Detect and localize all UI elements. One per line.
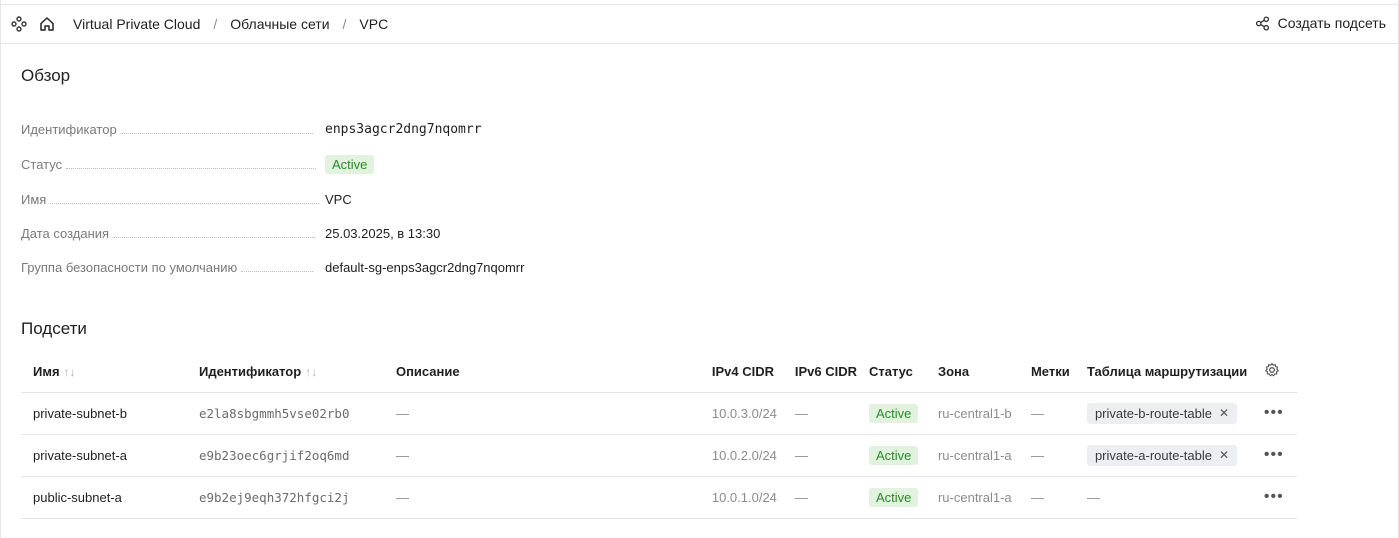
breadcrumb: Virtual Private Cloud / Облачные сети / … <box>73 16 388 32</box>
cell-zone: ru-central1-a <box>925 476 1019 519</box>
cell-actions: ••• <box>1251 392 1297 435</box>
dotted-leader <box>50 202 320 204</box>
column-header-identifier[interactable]: Идентификатор ↑↓ <box>186 352 384 393</box>
home-icon[interactable] <box>38 15 56 33</box>
route-table-tag[interactable]: private-b-route-table ✕ <box>1086 402 1238 424</box>
cell-actions: ••• <box>1251 434 1297 477</box>
cell-ipv4: 10.0.3.0/24 <box>699 392 783 435</box>
create-subnet-button[interactable]: Создать подсеть <box>1255 15 1386 31</box>
cell-route-table: private-b-route-table ✕ <box>1074 392 1252 435</box>
cell-ipv6: — <box>782 392 857 435</box>
column-settings <box>1251 352 1297 393</box>
dotted-leader <box>113 236 316 238</box>
breadcrumb-separator: / <box>213 16 218 32</box>
cell-description: — <box>383 434 700 477</box>
cell-status: Active <box>856 476 926 519</box>
field-status: Статус Active <box>21 154 621 174</box>
cell-status: Active <box>856 392 926 435</box>
field-name: Имя VPC <box>21 189 621 209</box>
status-badge: Active <box>868 445 919 465</box>
breadcrumb-separator: / <box>342 16 347 32</box>
cell-route-table: private-a-route-table ✕ <box>1074 434 1252 477</box>
close-icon[interactable]: ✕ <box>1219 406 1229 420</box>
column-header-labels: Метки <box>1018 352 1075 393</box>
dotted-leader <box>120 132 313 134</box>
subnet-icon <box>1255 15 1270 31</box>
cell-ipv4: 10.0.1.0/24 <box>699 476 783 519</box>
column-header-description: Описание <box>383 352 700 393</box>
field-value-created: 25.03.2025, в 13:30 <box>325 225 441 241</box>
status-badge: Active <box>325 154 375 174</box>
route-table-tag[interactable]: private-a-route-table ✕ <box>1086 444 1238 466</box>
cell-name[interactable]: private-subnet-b <box>21 392 187 435</box>
more-actions-icon[interactable]: ••• <box>1264 446 1284 463</box>
field-value-identifier: enps3agcr2dng7nqomrr <box>325 121 482 137</box>
sort-icon[interactable]: ↑↓ <box>305 365 317 379</box>
cell-identifier: e9b23oec6grjif2oq6md <box>186 434 384 477</box>
cell-zone: ru-central1-a <box>925 434 1019 477</box>
cell-labels: — <box>1018 392 1075 435</box>
column-header-zone: Зона <box>925 352 1019 393</box>
subnets-table: Имя ↑↓ Идентификатор ↑↓ Описание IPv4 CIDR… <box>21 352 1297 519</box>
cell-identifier: e2la8sbgmmh5vse02rb0 <box>186 392 384 435</box>
security-group-link[interactable]: default-sg-enps3agcr2dng7nqomrr <box>325 260 524 275</box>
breadcrumb-cloud-networks[interactable]: Облачные сети <box>230 16 329 32</box>
cell-zone: ru-central1-b <box>925 392 1019 435</box>
field-key: Группа безопасности по умолчанию <box>21 259 238 275</box>
more-actions-icon[interactable]: ••• <box>1264 488 1284 505</box>
field-identifier: Идентификатор enps3agcr2dng7nqomrr <box>21 119 621 139</box>
create-subnet-label: Создать подсеть <box>1277 15 1386 31</box>
status-badge: Active <box>868 403 919 423</box>
more-actions-icon[interactable]: ••• <box>1264 404 1284 421</box>
cell-name[interactable]: private-subnet-a <box>21 434 187 477</box>
sort-icon[interactable]: ↑↓ <box>64 365 76 379</box>
cell-route-table: — <box>1074 476 1252 519</box>
column-header-ipv4: IPv4 CIDR <box>699 352 783 393</box>
breadcrumb-vpc-service[interactable]: Virtual Private Cloud <box>73 16 200 32</box>
status-badge: Active <box>868 487 919 507</box>
table-header-row: Имя ↑↓ Идентификатор ↑↓ Описание IPv4 CIDR… <box>21 352 1297 393</box>
cell-actions: ••• <box>1251 476 1297 519</box>
cell-labels: — <box>1018 434 1075 477</box>
cell-name[interactable]: public-subnet-a <box>21 476 187 519</box>
cell-ipv6: — <box>782 434 857 477</box>
dotted-leader <box>241 270 314 272</box>
cell-status: Active <box>856 434 926 477</box>
dotted-leader <box>66 167 317 169</box>
table-row[interactable]: private-subnet-b e2la8sbgmmh5vse02rb0 — … <box>21 392 1297 435</box>
top-bar: Virtual Private Cloud / Облачные сети / … <box>0 4 1399 44</box>
close-icon[interactable]: ✕ <box>1219 448 1229 462</box>
field-value-name: VPC <box>325 191 352 207</box>
column-header-ipv6: IPv6 CIDR <box>782 352 857 393</box>
column-header-name[interactable]: Имя ↑↓ <box>21 352 187 393</box>
overview-title: Обзор <box>21 66 71 85</box>
table-row[interactable]: private-subnet-a e9b23oec6grjif2oq6md — … <box>21 434 1297 477</box>
vpc-network-icon[interactable] <box>10 15 28 33</box>
cell-ipv4: 10.0.2.0/24 <box>699 434 783 477</box>
cell-description: — <box>383 476 700 519</box>
field-key: Идентификатор <box>21 121 117 137</box>
field-key: Дата создания <box>21 225 110 241</box>
field-key: Имя <box>21 191 47 207</box>
column-header-route-table: Таблица маршрутизации <box>1074 352 1252 393</box>
cell-description: — <box>383 392 700 435</box>
cell-labels: — <box>1018 476 1075 519</box>
cell-identifier: e9b2ej9eqh372hfgci2j <box>186 476 384 519</box>
subnets-title: Подсети <box>21 319 87 338</box>
field-key: Статус <box>21 156 63 172</box>
breadcrumb-current: VPC <box>359 16 389 32</box>
table-row[interactable]: public-subnet-a e9b2ej9eqh372hfgci2j — 1… <box>21 476 1297 519</box>
field-value-status: Active <box>325 154 375 174</box>
column-header-status: Статус <box>856 352 926 393</box>
cell-ipv6: — <box>782 476 857 519</box>
field-created: Дата создания 25.03.2025, в 13:30 <box>21 223 621 243</box>
gear-icon[interactable] <box>1264 362 1280 378</box>
field-security-group: Группа безопасности по умолчанию default… <box>21 257 621 277</box>
